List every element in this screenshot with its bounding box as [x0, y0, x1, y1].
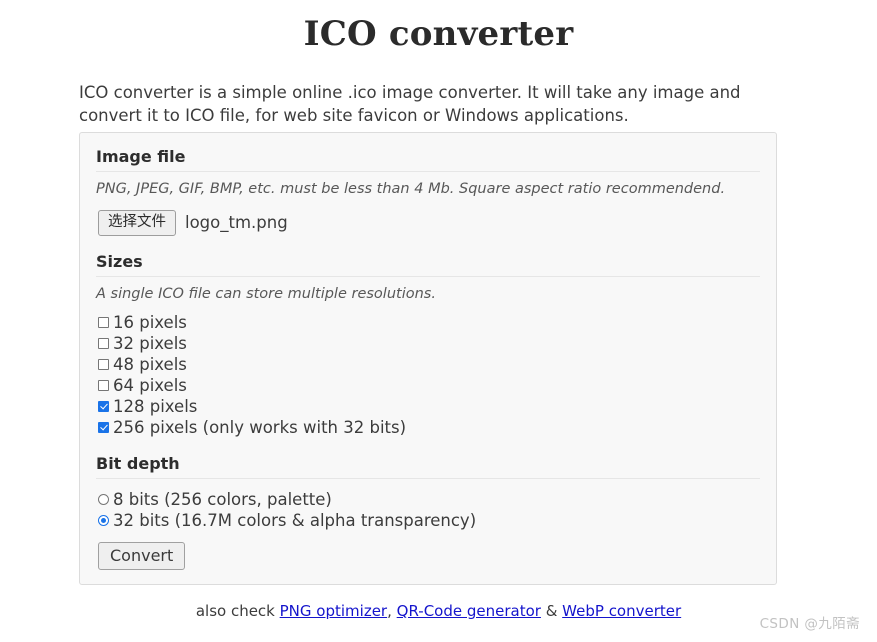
convert-button-wrap: Convert [96, 531, 760, 570]
csdn-watermark: CSDN @九陌斋 [759, 616, 860, 632]
checkbox-checked-icon[interactable] [98, 400, 109, 412]
bit-depth-option-32[interactable]: 32 bits (16.7M colors & alpha transparen… [98, 510, 760, 531]
footer-separator-1: , [387, 602, 397, 620]
sizes-hint: A single ICO file can store multiple res… [96, 285, 436, 302]
size-option-label: 128 pixels [113, 396, 198, 416]
page-title: ICO converter [303, 14, 574, 54]
checkbox-icon[interactable] [98, 337, 109, 349]
selected-file-name: logo_tm.png [185, 213, 288, 233]
size-option-label: 16 pixels [113, 312, 187, 332]
radio-icon[interactable] [98, 493, 109, 505]
converter-form-panel: Image file PNG, JPEG, GIF, BMP, etc. mus… [79, 132, 777, 585]
size-option-32[interactable]: 32 pixels [98, 333, 760, 354]
bit-depth-option-label: 8 bits (256 colors, palette) [113, 489, 332, 509]
size-option-label: 64 pixels [113, 375, 187, 395]
bit-depth-option-8[interactable]: 8 bits (256 colors, palette) [98, 489, 760, 510]
sizes-option-list: 16 pixels 32 pixels 48 pixels 64 pixels … [96, 302, 760, 438]
qr-code-generator-link[interactable]: QR-Code generator [397, 602, 541, 620]
intro-paragraph: ICO converter is a simple online .ico im… [79, 83, 741, 126]
image-file-heading: Image file [96, 147, 760, 172]
footer-prefix: also check [195, 602, 280, 620]
size-option-48[interactable]: 48 pixels [98, 354, 760, 375]
image-file-hint: PNG, JPEG, GIF, BMP, etc. must be less t… [96, 181, 726, 197]
size-option-128[interactable]: 128 pixels [98, 396, 760, 417]
footer: also check PNG optimizer, QR-Code genera… [0, 602, 877, 620]
convert-button[interactable]: Convert [98, 541, 186, 570]
size-option-label: 48 pixels [113, 354, 187, 374]
checkbox-icon[interactable] [98, 379, 109, 391]
bit-depth-option-label: 32 bits (16.7M colors & alpha transparen… [113, 510, 477, 530]
bit-depth-heading: Bit depth [96, 454, 760, 479]
size-option-label: 256 pixels (only works with 32 bits) [113, 417, 407, 437]
ico-converter-page: ICO converter ICO converter is a simple … [0, 0, 877, 642]
size-option-label: 32 pixels [113, 333, 187, 353]
choose-file-button[interactable]: 选择文件 [98, 210, 176, 236]
radio-selected-icon[interactable] [98, 514, 109, 526]
bit-depth-option-list: 8 bits (256 colors, palette) 32 bits (16… [96, 479, 760, 531]
png-optimizer-link[interactable]: PNG optimizer [280, 602, 387, 620]
checkbox-icon[interactable] [98, 316, 109, 328]
sizes-heading: Sizes [96, 252, 760, 277]
file-input-row[interactable]: 选择文件 logo_tm.png [96, 197, 760, 236]
footer-separator-2: & [540, 602, 563, 620]
size-option-16[interactable]: 16 pixels [98, 312, 760, 333]
checkbox-checked-icon[interactable] [98, 421, 109, 433]
size-option-64[interactable]: 64 pixels [98, 375, 760, 396]
webp-converter-link[interactable]: WebP converter [562, 602, 681, 620]
checkbox-icon[interactable] [98, 358, 109, 370]
size-option-256[interactable]: 256 pixels (only works with 32 bits) [98, 417, 760, 438]
